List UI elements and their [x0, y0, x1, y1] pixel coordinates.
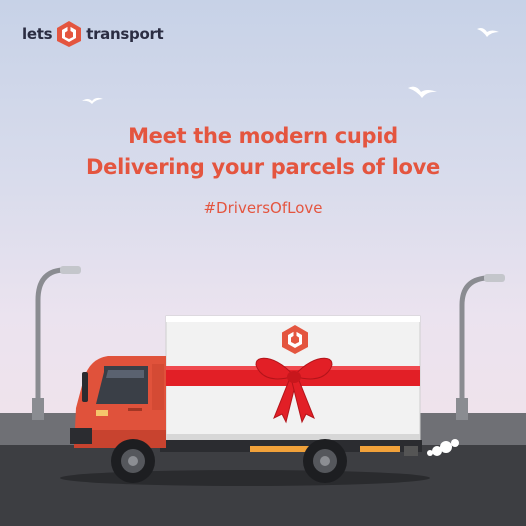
bird-icon [82, 97, 103, 104]
poster: lets transport Meet the modern cupid Del… [0, 0, 526, 526]
street-scene [0, 28, 526, 526]
front-wheel [111, 439, 155, 483]
bird-icon [477, 28, 499, 37]
bumper [70, 428, 92, 444]
rear-wheel [303, 439, 347, 483]
side-mirror [82, 372, 88, 402]
truck-cab [70, 356, 166, 448]
street-lamp-right [456, 274, 505, 420]
bird-icon [408, 86, 437, 98]
street-lamp-left [32, 266, 81, 420]
